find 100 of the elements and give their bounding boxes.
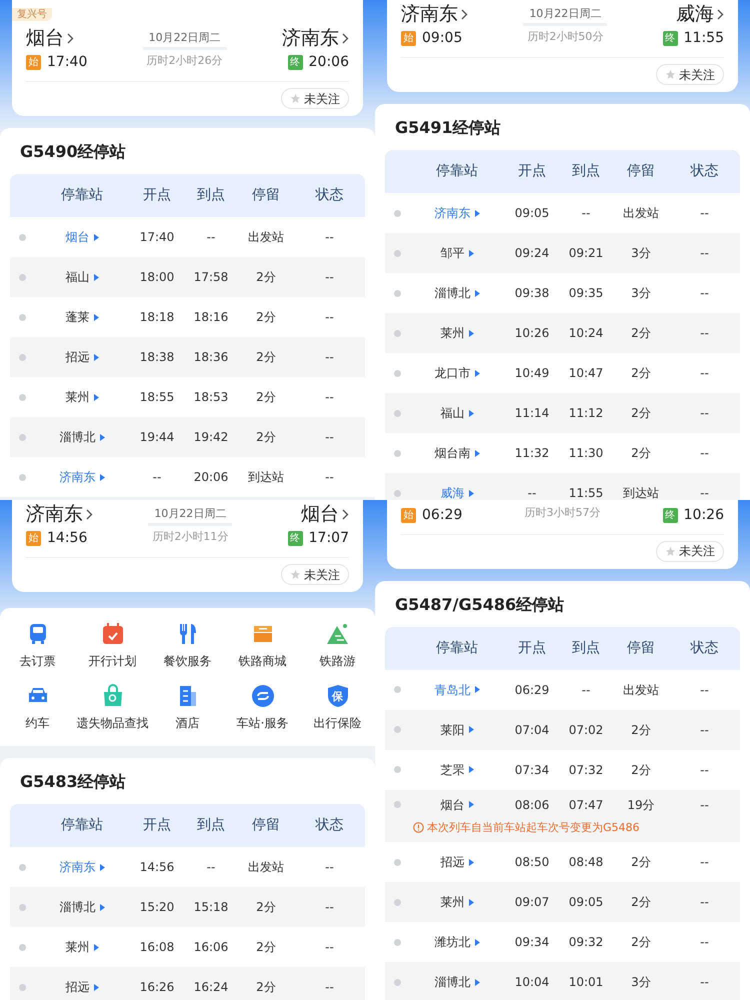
table-cell-text: 到达站 [622, 485, 660, 500]
column-header: 状态 [314, 816, 344, 835]
table-cell-text: -- [699, 974, 710, 991]
train-time: 09:05 [422, 29, 462, 48]
table-cell-text: 11:14 [514, 405, 550, 422]
follow-button[interactable]: 未关注 [281, 88, 349, 109]
column-header: 状态 [690, 162, 720, 181]
station-link[interactable]: 龙口市 [434, 364, 470, 382]
service-shortcut[interactable]: 保 出行保险 [300, 684, 375, 732]
column-header: 到点 [196, 816, 226, 835]
column-header: 停靠站 [435, 638, 479, 658]
service-shortcut[interactable]: 铁路商城 [225, 622, 300, 670]
table-cell-text: 16:08 [138, 939, 176, 956]
table-cell-text: 19:44 [138, 429, 176, 446]
table-cell-text: 2分 [630, 854, 652, 871]
caret-icon [94, 394, 98, 400]
table-cell-text: 2分 [255, 979, 277, 996]
station-link[interactable]: 济南东 [434, 204, 470, 222]
station-link[interactable]: 邹平 [440, 244, 464, 262]
station-link[interactable]: 淄博北 [434, 973, 470, 991]
table-cell-text: 2分 [255, 429, 277, 446]
station-link[interactable]: 烟台 [66, 228, 90, 246]
table-cell-text: 09:35 [568, 285, 604, 302]
service-shortcut[interactable]: 铁路游 [300, 622, 375, 670]
service-shortcut[interactable]: 去订票 [0, 622, 75, 670]
train-time: 10:26 [684, 506, 724, 524]
table-cell-text: 09:21 [568, 245, 604, 262]
service-shortcut[interactable]: 开行计划 [75, 622, 150, 670]
station-badge: 始 [401, 31, 416, 46]
station-link[interactable]: 招远 [66, 348, 90, 366]
station-link[interactable]: 芝罘 [440, 760, 464, 778]
service-shortcut[interactable]: 约车 [0, 684, 75, 732]
service-shortcut[interactable]: 遗失物品查找 [75, 684, 150, 732]
follow-button[interactable]: 未关注 [656, 64, 724, 85]
station-badge: 始 [26, 55, 41, 70]
station-link[interactable]: 淄博北 [434, 284, 470, 302]
station-link[interactable]: 蓬莱 [66, 308, 90, 326]
chevron-icon [67, 32, 74, 44]
station-name[interactable]: 烟台 [300, 502, 339, 526]
column-header: 停留 [251, 816, 281, 835]
table-cell-text: 2分 [630, 325, 652, 342]
column-header: 停留 [626, 162, 656, 181]
station-link[interactable]: 潍坊北 [434, 933, 470, 951]
table-cell-text: -- [699, 722, 710, 738]
table-cell-text: 08:48 [568, 854, 604, 871]
table-cell-text: -- [699, 445, 710, 462]
station-link[interactable]: 莱州 [66, 938, 90, 956]
column-header: 停留 [626, 638, 656, 658]
station-link[interactable]: 青岛北 [434, 680, 470, 698]
station-name[interactable]: 济南东 [282, 26, 339, 50]
column-header: 开点 [517, 162, 547, 181]
station-link[interactable]: 淄博北 [60, 428, 96, 446]
column-header: 开点 [142, 186, 172, 205]
chevron-icon [716, 8, 724, 20]
table-cell-text: 18:38 [138, 349, 176, 366]
table-cell-text: 2分 [630, 365, 652, 382]
station-link[interactable]: 烟台南 [434, 444, 470, 462]
table-cell-text: -- [699, 245, 710, 262]
table-cell-text: 15:20 [138, 899, 176, 916]
station-link[interactable]: 济南东 [60, 468, 96, 486]
station-name[interactable]: 烟台 [26, 26, 64, 50]
station-link[interactable]: 威海 [440, 484, 464, 500]
table-cell-text: 10:24 [568, 325, 604, 342]
caret-icon [468, 726, 474, 733]
station-link[interactable]: 烟台 [440, 796, 464, 814]
table-cell-text: 07:47 [568, 796, 604, 814]
follow-button[interactable]: 未关注 [656, 540, 724, 562]
service-shortcut[interactable]: 车站·服务 [225, 684, 300, 732]
table-cell-text: 11:12 [568, 405, 604, 422]
station-link[interactable]: 招远 [66, 978, 90, 996]
table-cell-text: 20:06 [192, 469, 230, 486]
caret-icon [474, 210, 480, 216]
table-cell-text: 18:16 [192, 309, 230, 326]
station-link[interactable]: 淄博北 [60, 898, 96, 916]
caret-icon [94, 944, 98, 950]
station-link[interactable]: 招远 [440, 853, 464, 871]
table-cell-text: 到达站 [247, 469, 285, 486]
table-cell-text: 09:24 [514, 245, 550, 262]
caret-icon [94, 354, 98, 360]
station-name[interactable]: 济南东 [401, 2, 458, 26]
caret-icon [100, 434, 104, 440]
service-shortcut[interactable]: 餐饮服务 [150, 622, 225, 670]
station-name[interactable]: 威海 [676, 2, 714, 26]
table-cell-text: 18:36 [192, 349, 230, 366]
loop-icon [250, 684, 274, 708]
follow-button[interactable]: 未关注 [281, 564, 349, 585]
station-link[interactable]: 莱州 [440, 324, 464, 342]
station-link[interactable]: 莱州 [66, 388, 90, 406]
station-link[interactable]: 福山 [440, 404, 464, 422]
station-name[interactable]: 济南东 [26, 502, 83, 526]
station-link[interactable]: 福山 [66, 268, 90, 286]
column-header: 停留 [251, 186, 281, 205]
station-link[interactable]: 济南东 [60, 858, 96, 876]
column-header: 状态 [314, 186, 344, 205]
station-link[interactable]: 莱阳 [440, 720, 464, 738]
chevron-icon [86, 508, 93, 520]
table-cell-text: -- [152, 469, 162, 486]
table-cell-text: 08:50 [514, 854, 550, 871]
service-shortcut[interactable]: 酒店 [150, 684, 225, 732]
station-link[interactable]: 莱州 [440, 893, 464, 911]
